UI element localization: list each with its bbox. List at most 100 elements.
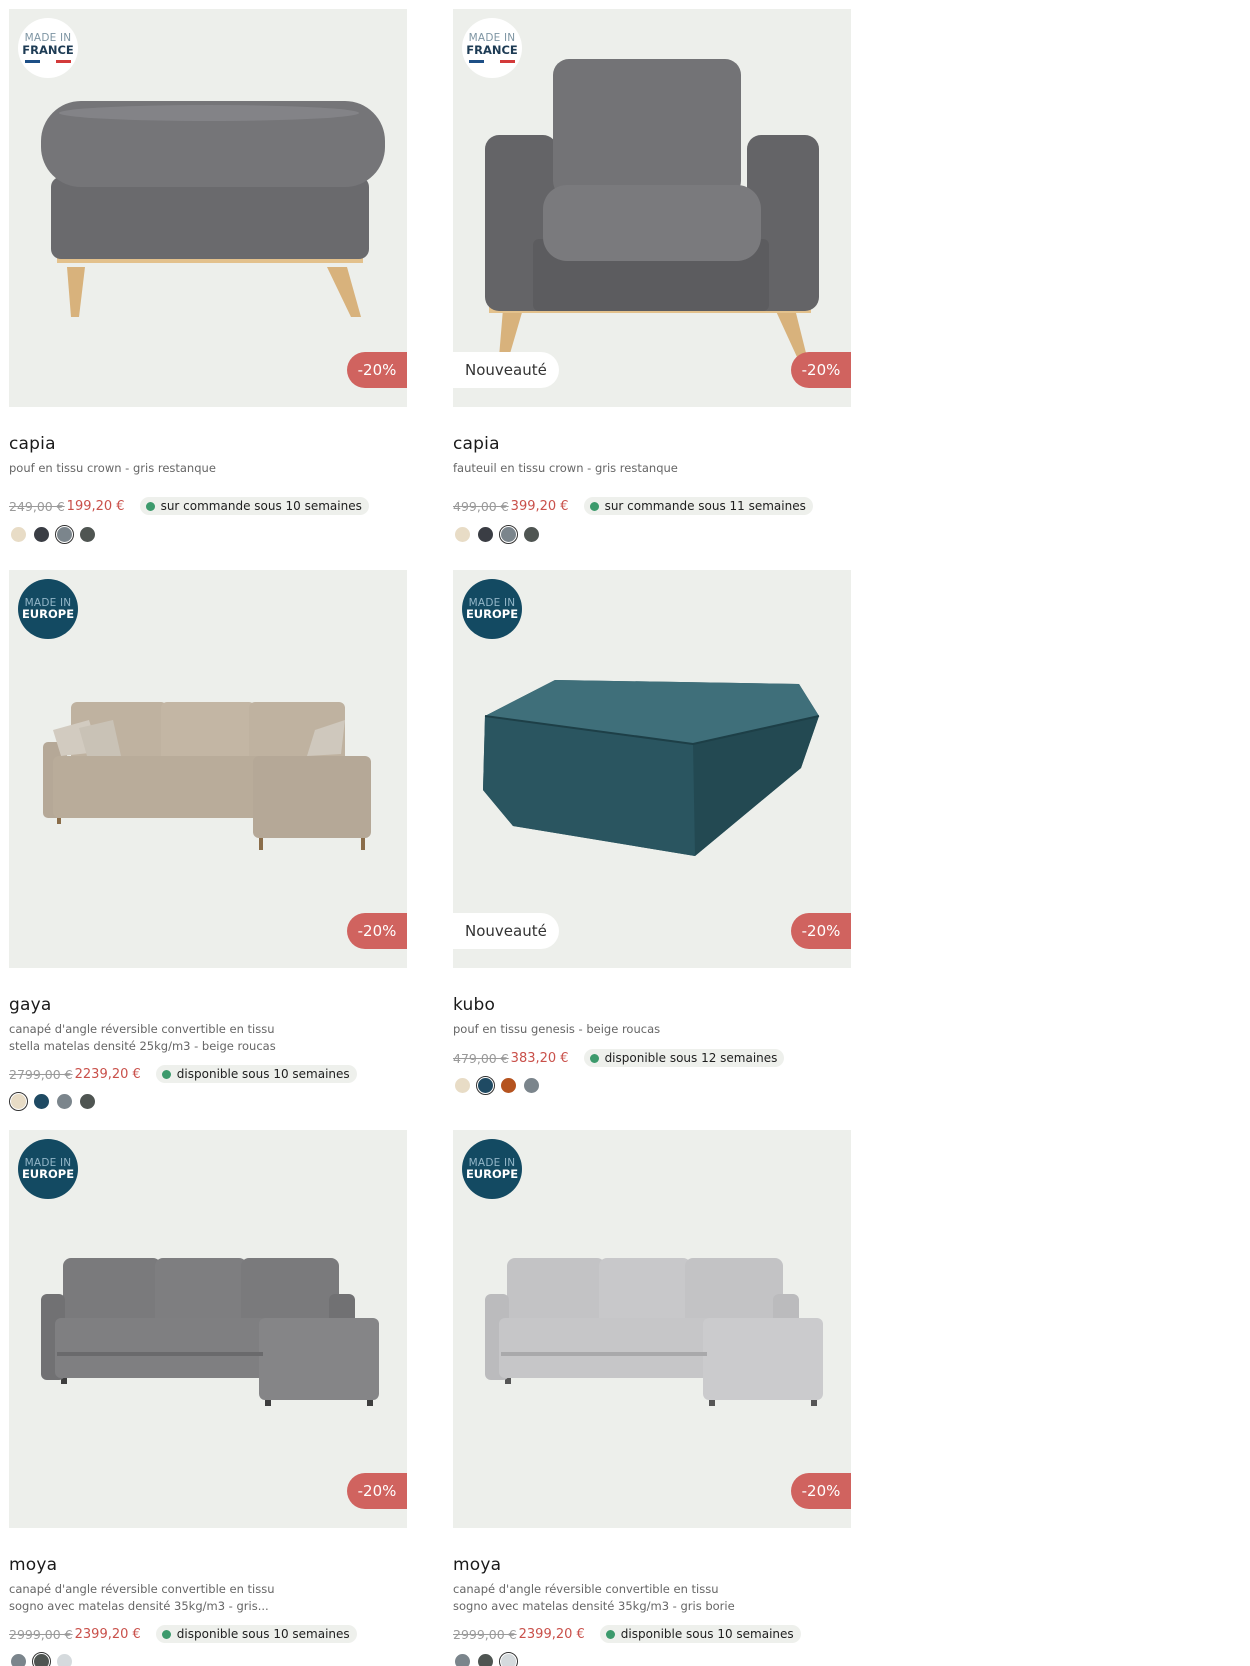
availability-dot-icon	[589, 1053, 599, 1063]
product-name[interactable]: capia	[9, 434, 56, 454]
color-swatches	[453, 1652, 518, 1666]
old-price: 2999,00 €	[9, 1626, 73, 1642]
color-swatch[interactable]	[55, 1652, 74, 1666]
product-name[interactable]: moya	[9, 1555, 57, 1575]
french-flag-icon	[25, 60, 71, 63]
discount-badge: -20%	[791, 913, 851, 949]
product-name[interactable]: kubo	[453, 995, 495, 1015]
product-image[interactable]: MADE IN EUROPE Nouveauté -20%	[453, 570, 851, 968]
swatch-color-fill	[455, 1078, 470, 1093]
color-swatch[interactable]	[522, 1076, 541, 1095]
availability-text: disponible sous 10 semaines	[176, 1067, 350, 1081]
product-description: canapé d'angle réversible convertible en…	[453, 1582, 735, 1613]
new-price: 2239,20 €	[74, 1066, 141, 1082]
swatch-color-fill	[524, 527, 539, 542]
color-swatches	[9, 1092, 97, 1111]
product-card[interactable]: MADE IN EUROPE -20% moya canapé d'angle …	[453, 1130, 851, 1666]
color-swatch[interactable]	[453, 525, 472, 544]
price-row: 249,00 € 199,20 € sur commande sous 10 s…	[9, 496, 369, 516]
badge-line2: EUROPE	[21, 1167, 75, 1181]
price-row: 2799,00 € 2239,20 € disponible sous 10 s…	[9, 1064, 357, 1084]
availability-text: disponible sous 10 semaines	[176, 1627, 350, 1641]
availability-dot-icon	[605, 1629, 615, 1639]
badge-line2: EUROPE	[465, 607, 519, 621]
made-in-badge: MADE IN EUROPE	[462, 1139, 522, 1199]
product-image[interactable]: MADE IN FRANCE Nouveauté -20%	[453, 9, 851, 407]
color-swatch[interactable]	[522, 525, 541, 544]
color-swatch[interactable]	[499, 1076, 518, 1095]
price-row: 479,00 € 383,20 € disponible sous 12 sem…	[453, 1048, 785, 1068]
color-swatch[interactable]	[453, 1652, 472, 1666]
old-price: 499,00 €	[453, 498, 509, 514]
new-price: 199,20 €	[66, 498, 125, 514]
product-card[interactable]: MADE IN EUROPE -20% gaya canapé d'angle …	[9, 570, 407, 1111]
color-swatch[interactable]	[453, 1076, 472, 1095]
availability-dot-icon	[161, 1629, 171, 1639]
product-card[interactable]: MADE IN FRANCE Nouveauté -20% capia faut…	[453, 9, 851, 544]
availability-badge: sur commande sous 11 semaines	[583, 497, 813, 515]
swatch-color-fill	[455, 1654, 470, 1666]
swatch-color-fill	[478, 1078, 493, 1093]
product-card[interactable]: MADE IN FRANCE -20% capia pouf en tissu …	[9, 9, 407, 544]
product-card[interactable]: MADE IN EUROPE -20% moya canapé d'angle …	[9, 1130, 407, 1666]
old-price: 249,00 €	[9, 498, 65, 514]
product-name[interactable]: gaya	[9, 995, 52, 1015]
product-image[interactable]: MADE IN EUROPE -20%	[453, 1130, 851, 1528]
color-swatch[interactable]	[55, 1092, 74, 1111]
swatch-color-fill	[501, 1078, 516, 1093]
availability-text: disponible sous 10 semaines	[620, 1627, 794, 1641]
discount-badge: -20%	[791, 352, 851, 388]
color-swatch[interactable]	[78, 525, 97, 544]
color-swatch[interactable]	[32, 1652, 51, 1666]
old-price: 479,00 €	[453, 1050, 509, 1066]
product-description: pouf en tissu crown - gris restanque	[9, 461, 216, 475]
color-swatch[interactable]	[55, 525, 74, 544]
product-description: canapé d'angle réversible convertible en…	[9, 1022, 276, 1053]
product-description: fauteuil en tissu crown - gris restanque	[453, 461, 678, 475]
made-in-badge: MADE IN EUROPE	[18, 1139, 78, 1199]
color-swatch[interactable]	[78, 1092, 97, 1111]
new-badge: Nouveauté	[453, 352, 559, 388]
product-card[interactable]: MADE IN EUROPE Nouveauté -20% kubo pouf …	[453, 570, 851, 1095]
made-in-badge: MADE IN FRANCE	[462, 18, 522, 78]
color-swatch[interactable]	[32, 525, 51, 544]
swatch-color-fill	[11, 527, 26, 542]
swatch-color-fill	[455, 527, 470, 542]
swatch-color-fill	[57, 527, 72, 542]
swatch-color-fill	[524, 1078, 539, 1093]
swatch-color-fill	[80, 1094, 95, 1109]
product-description: pouf en tissu genesis - beige roucas	[453, 1022, 661, 1036]
color-swatches	[9, 1652, 74, 1666]
color-swatch[interactable]	[476, 525, 495, 544]
product-description: canapé d'angle réversible convertible en…	[9, 1582, 275, 1613]
badge-line1: MADE IN	[468, 32, 516, 44]
swatch-color-fill	[57, 1654, 72, 1666]
badge-line2: FRANCE	[22, 42, 74, 57]
color-swatch[interactable]	[9, 1092, 28, 1111]
discount-badge: -20%	[347, 1473, 407, 1509]
color-swatch[interactable]	[32, 1092, 51, 1111]
product-image[interactable]: MADE IN EUROPE -20%	[9, 1130, 407, 1528]
product-image[interactable]: MADE IN EUROPE -20%	[9, 570, 407, 968]
price-row: 2999,00 € 2399,20 € disponible sous 10 s…	[9, 1624, 357, 1644]
new-badge: Nouveauté	[453, 913, 559, 949]
badge-line1: MADE IN	[24, 32, 72, 44]
availability-badge: disponible sous 10 semaines	[155, 1065, 357, 1083]
product-name[interactable]: capia	[453, 434, 500, 454]
made-in-badge: MADE IN EUROPE	[18, 579, 78, 639]
color-swatch[interactable]	[9, 1652, 28, 1666]
product-image[interactable]: MADE IN FRANCE -20%	[9, 9, 407, 407]
swatch-color-fill	[11, 1094, 26, 1109]
new-price: 399,20 €	[510, 498, 569, 514]
color-swatch[interactable]	[499, 525, 518, 544]
badge-line2: EUROPE	[21, 607, 75, 621]
color-swatches	[453, 1076, 541, 1095]
product-name[interactable]: moya	[453, 1555, 501, 1575]
color-swatch[interactable]	[499, 1652, 518, 1666]
swatch-color-fill	[34, 1094, 49, 1109]
color-swatch[interactable]	[476, 1652, 495, 1666]
color-swatches	[9, 525, 97, 544]
swatch-color-fill	[501, 527, 516, 542]
color-swatch[interactable]	[476, 1076, 495, 1095]
color-swatch[interactable]	[9, 525, 28, 544]
